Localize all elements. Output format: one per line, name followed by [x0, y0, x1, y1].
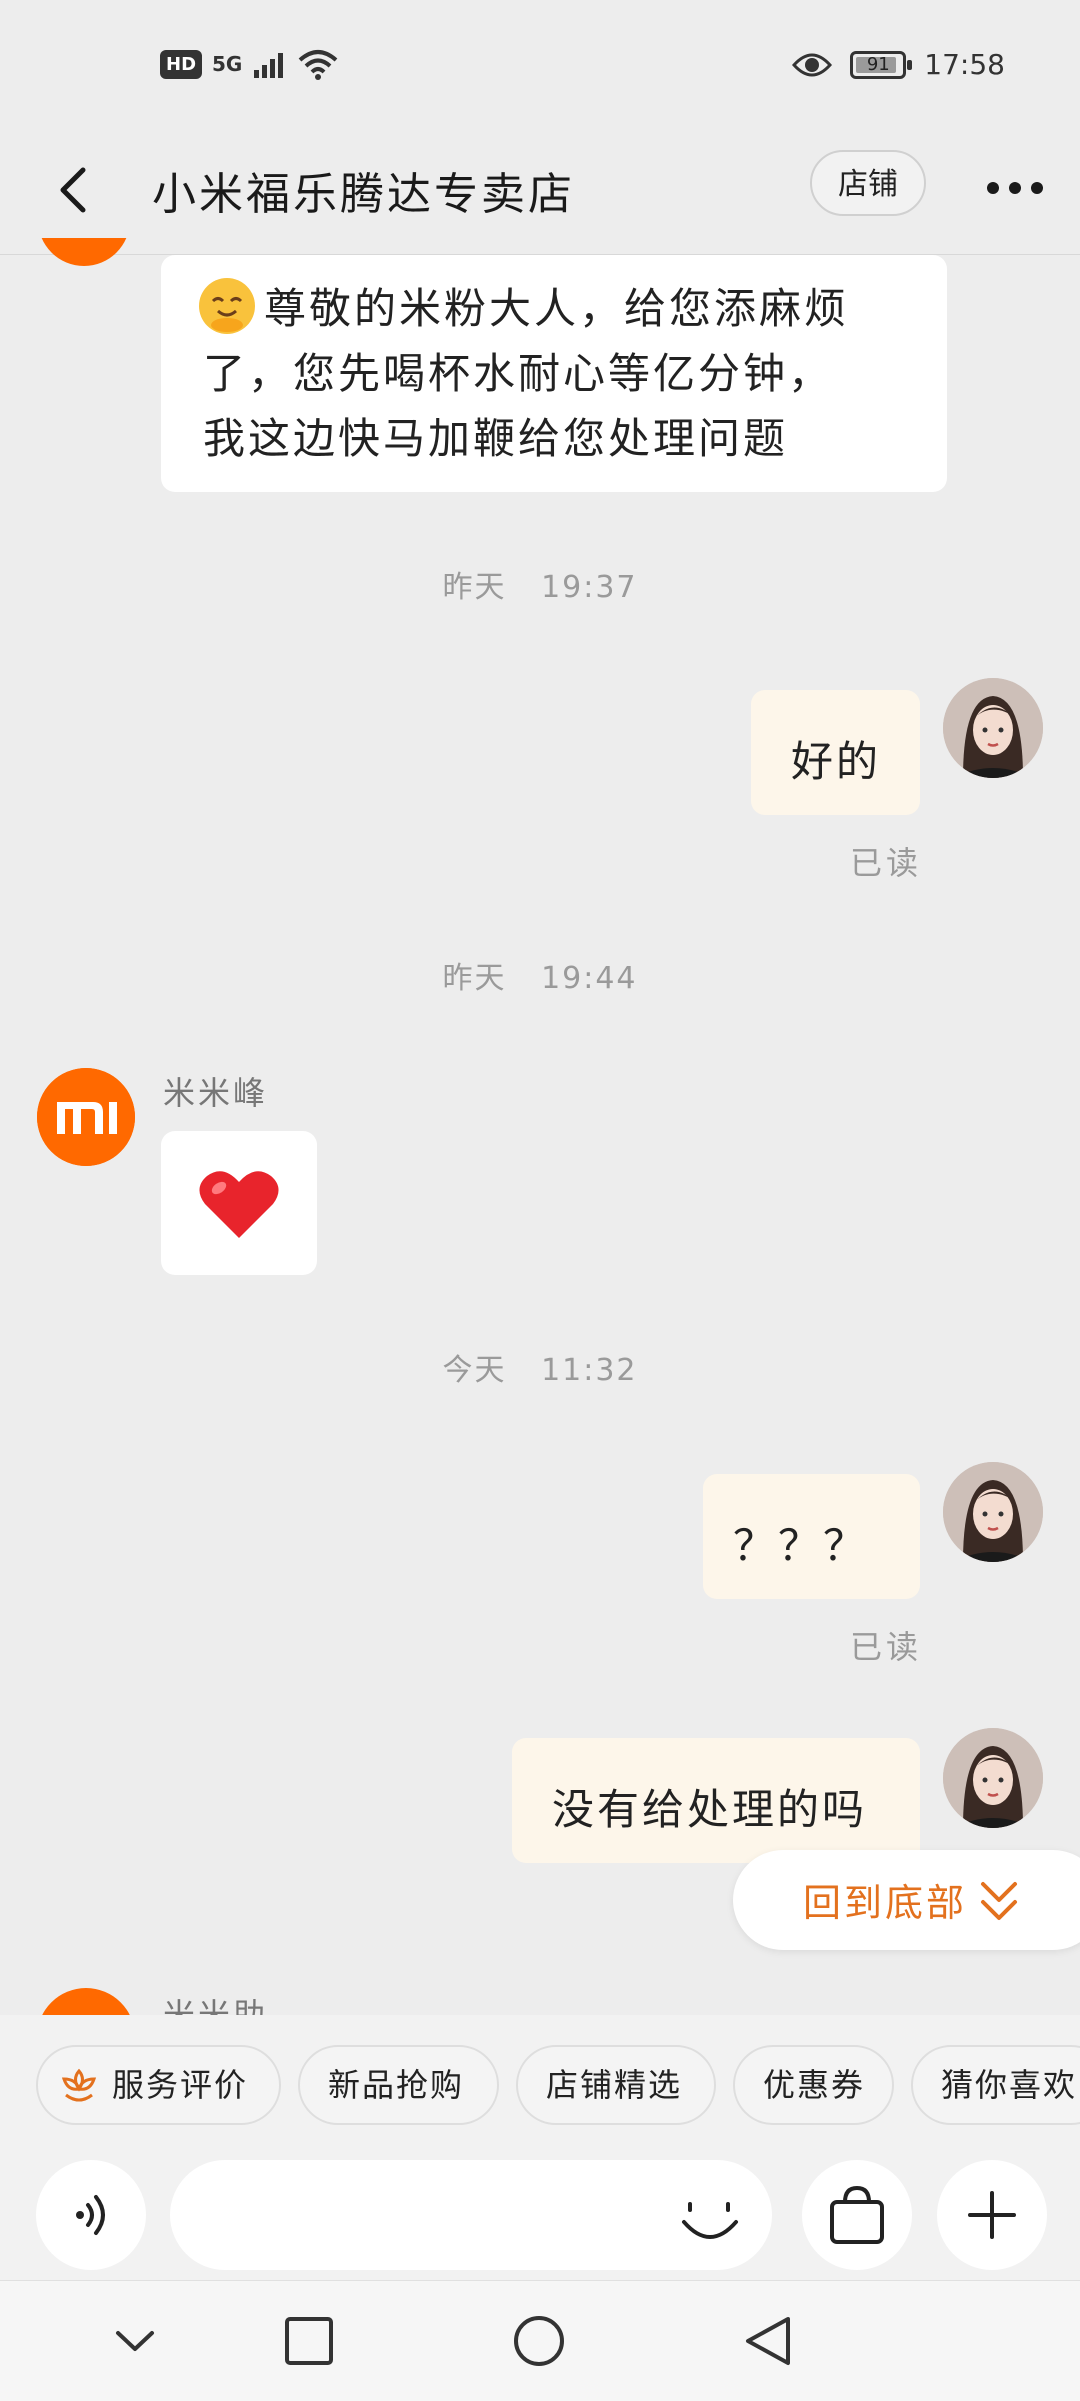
- nav-home-icon[interactable]: [511, 2313, 567, 2369]
- message-line: 尊敬的米粉大人，给您添麻烦: [264, 284, 850, 333]
- timestamp-time: 19:37: [541, 570, 638, 605]
- message-bubble-left[interactable]: 尊敬的米粉大人，给您添麻烦 了，您先喝杯水耐心等亿分钟， 我这边快马加鞭给您处理…: [161, 255, 947, 492]
- read-receipt: 已读: [850, 844, 923, 882]
- message-text: ？？？: [733, 1521, 869, 1570]
- input-bar: [0, 2140, 1080, 2280]
- nav-recents-icon[interactable]: [283, 2315, 335, 2367]
- add-button[interactable]: [937, 2160, 1047, 2270]
- nav-back-icon[interactable]: [740, 2313, 796, 2369]
- timestamp-time: 19:44: [541, 961, 638, 996]
- back-button[interactable]: [45, 160, 105, 220]
- message-bubble-right[interactable]: 好的: [751, 690, 920, 815]
- merchant-avatar-partial[interactable]: [38, 238, 130, 266]
- sender-name: 米米峰: [163, 1074, 269, 1112]
- quick-chip-row: 服务评价 新品抢购 店铺精选 优惠券 猜你喜欢: [0, 2015, 1080, 2140]
- eye-icon: [792, 53, 833, 76]
- sender-name-partial: 米米助: [163, 1990, 268, 2015]
- timestamp-day: 今天: [442, 1353, 507, 1388]
- timestamp: 昨天 19:37: [0, 562, 1080, 606]
- status-bar: HD 5G 91 17:58: [0, 0, 1080, 130]
- more-icon: [987, 182, 1043, 194]
- double-chevron-down-icon: [981, 1882, 1017, 1920]
- shopping-bag-button[interactable]: [802, 2160, 912, 2270]
- timestamp: 昨天 19:44: [0, 953, 1080, 997]
- message-line: 我这边快马加鞭给您处理问题: [203, 414, 789, 463]
- nav-collapse-icon[interactable]: [110, 2319, 160, 2363]
- battery-icon: 91: [850, 50, 913, 79]
- user-avatar-image: [943, 1728, 1043, 1828]
- signal-icon: [254, 53, 284, 78]
- user-avatar-image: [943, 678, 1043, 778]
- timestamp-time: 11:32: [541, 1353, 638, 1388]
- hug-emoji-icon: [199, 278, 255, 334]
- merchant-avatar[interactable]: [37, 1068, 135, 1166]
- read-receipt: 已读: [850, 1628, 923, 1666]
- timestamp-day: 昨天: [442, 961, 507, 996]
- back-to-bottom-button[interactable]: 回到底部: [733, 1850, 1080, 1950]
- message-bubble-left[interactable]: [161, 1131, 317, 1275]
- flower-icon: [61, 2068, 97, 2102]
- chip-label: 服务评价: [112, 2066, 249, 2104]
- mi-logo-icon: [37, 1068, 135, 1166]
- chip-label: 猜你喜欢: [941, 2066, 1078, 2104]
- chip-recommendations[interactable]: 猜你喜欢: [911, 2045, 1080, 2125]
- clock: 17:58: [924, 48, 1005, 81]
- plus-icon: [968, 2191, 1016, 2239]
- heart-emoji-icon: [199, 1171, 279, 1238]
- sender-name: 米米助: [163, 1996, 269, 2015]
- user-avatar[interactable]: [943, 1462, 1043, 1562]
- user-avatar[interactable]: [943, 678, 1043, 778]
- emoji-icon[interactable]: [680, 2188, 740, 2248]
- page-title: 小米福乐腾达专卖店: [152, 169, 575, 220]
- chip-store-picks[interactable]: 店铺精选: [516, 2045, 716, 2125]
- more-button[interactable]: [975, 158, 1055, 218]
- timestamp: 今天 11:32: [0, 1345, 1080, 1389]
- chip-coupons[interactable]: 优惠券: [733, 2045, 894, 2125]
- message-text: 好的: [791, 737, 882, 786]
- voice-button[interactable]: [36, 2160, 146, 2270]
- shop-button[interactable]: 店铺: [810, 150, 926, 216]
- user-avatar-image: [943, 1462, 1043, 1562]
- chat-header: 小米福乐腾达专卖店 店铺: [0, 130, 1080, 255]
- wifi-icon: [299, 50, 338, 80]
- message-line: 了，您先喝杯水耐心等亿分钟，: [203, 349, 834, 398]
- chip-label: 店铺精选: [546, 2066, 683, 2104]
- message-bubble-right[interactable]: ？？？: [703, 1474, 920, 1599]
- hd-badge: HD: [160, 49, 203, 79]
- shopping-bag-icon: [830, 2185, 884, 2244]
- message-bubble-right[interactable]: 没有给处理的吗: [512, 1738, 920, 1863]
- chip-label: 优惠券: [763, 2066, 866, 2104]
- chip-service-review[interactable]: 服务评价: [36, 2045, 281, 2125]
- message-input[interactable]: [170, 2160, 772, 2270]
- system-nav-bar: [0, 2280, 1080, 2401]
- status-right: 91 17:58: [792, 48, 1005, 81]
- user-avatar[interactable]: [943, 1728, 1043, 1828]
- chevron-left-icon: [60, 167, 86, 213]
- status-left: HD 5G: [160, 48, 338, 80]
- network-type: 5G: [212, 52, 243, 76]
- merchant-avatar-partial[interactable]: [37, 1988, 135, 2015]
- battery-level: 91: [866, 53, 890, 75]
- voice-icon: [76, 2195, 105, 2235]
- message-text: 没有给处理的吗: [552, 1785, 868, 1834]
- back-to-bottom-label: 回到底部: [803, 1881, 968, 1925]
- chip-label: 新品抢购: [328, 2066, 465, 2104]
- timestamp-day: 昨天: [442, 570, 507, 605]
- chip-new-arrivals[interactable]: 新品抢购: [298, 2045, 499, 2125]
